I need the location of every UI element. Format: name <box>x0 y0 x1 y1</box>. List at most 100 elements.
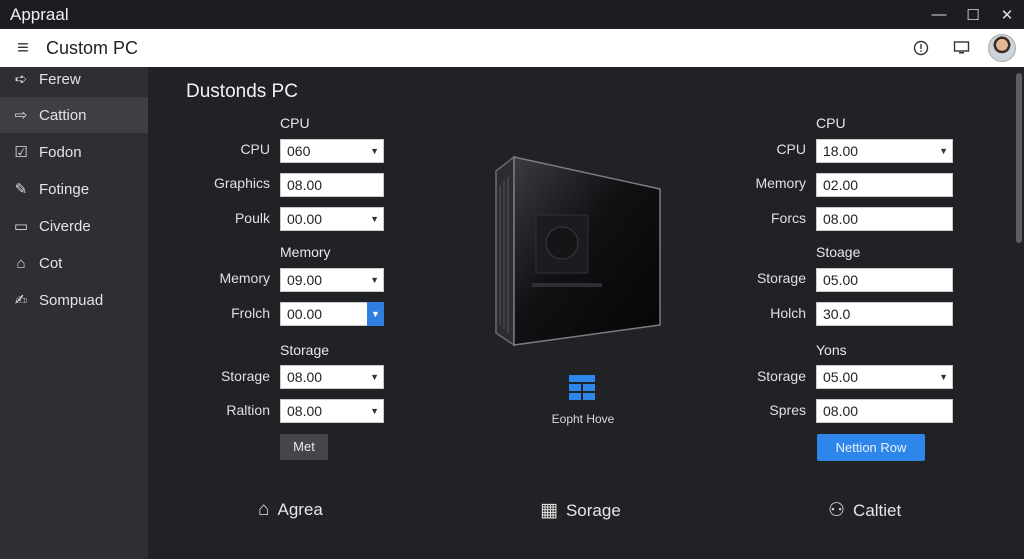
left-label-raltion: Raltion <box>226 402 270 418</box>
minimize-icon[interactable]: — <box>922 0 956 29</box>
right-label-memory: Memory <box>755 175 806 191</box>
left-cpu-select[interactable]: 060 ▼ <box>280 139 384 163</box>
field-value: 02.00 <box>823 177 859 193</box>
pc-case-image <box>495 155 661 347</box>
right-forcs-input[interactable]: 08.00 <box>816 207 953 231</box>
right-storage-input[interactable]: 05.00 <box>816 268 953 292</box>
right-label-forcs: Forcs <box>771 210 806 226</box>
sidebar-item-label: Fodon <box>39 143 82 161</box>
chevron-down-icon: ▼ <box>370 214 379 224</box>
field-value: 18.00 <box>823 143 859 159</box>
sidebar-item-fodon[interactable]: ☑ Fodon <box>0 134 148 170</box>
right-label-holch: Holch <box>770 305 806 321</box>
chevron-down-icon: ▼ <box>370 275 379 285</box>
right-section-cpu: CPU <box>816 115 846 131</box>
field-value: 05.00 <box>823 272 859 288</box>
field-value: 09.00 <box>287 272 323 288</box>
arrow-right-icon: ⇨ <box>14 107 28 124</box>
left-memory-select[interactable]: 09.00 ▼ <box>280 268 384 292</box>
field-value: 00.00 <box>287 211 323 227</box>
chevron-down-icon: ▼ <box>370 406 379 416</box>
chart-icon: ☑ <box>14 144 28 161</box>
sidebar-item-civerde[interactable]: ▭ Civerde <box>0 208 148 244</box>
field-value: 00.00 <box>287 306 323 322</box>
header-actions <box>908 29 1016 67</box>
right-holch-input[interactable]: 30.0 <box>816 302 953 326</box>
title-bar: Appraal — ☐ ✕ <box>0 0 1024 29</box>
bottom-item-label: Agrea <box>277 500 323 519</box>
avatar[interactable] <box>988 34 1016 62</box>
left-section-cpu: CPU <box>280 115 310 131</box>
sidebar-item-fotinge[interactable]: ✎ Fotinge <box>0 171 148 207</box>
right-section-stoage: Stoage <box>816 244 861 260</box>
met-button[interactable]: Met <box>280 434 328 460</box>
close-icon[interactable]: ✕ <box>990 0 1024 29</box>
sidebar-item-label: Cattion <box>39 106 87 124</box>
right-spres-input[interactable]: 08.00 <box>816 399 953 423</box>
left-storage-select[interactable]: 08.00 ▼ <box>280 365 384 389</box>
left-label-graphics: Graphics <box>213 175 270 191</box>
people-icon: ⚇ <box>828 500 846 521</box>
right-cpu-select[interactable]: 18.00 ▼ <box>816 139 953 163</box>
field-value: 060 <box>287 143 311 159</box>
sidebar-item-label: Cot <box>39 254 63 272</box>
grid-icon: ▦ <box>540 500 558 521</box>
screen-icon: ▭ <box>13 218 29 235</box>
shirt-icon: ⌂ <box>16 254 26 272</box>
left-label-cpu: CPU <box>240 141 270 157</box>
chevron-down-icon: ▼ <box>939 146 948 156</box>
hamburger-icon[interactable]: ≡ <box>0 37 46 60</box>
app-title: Appraal <box>10 4 69 24</box>
sidebar-item-ferew[interactable]: ➪ Ferew <box>0 67 148 91</box>
bottom-item-label: Sorage <box>565 500 621 520</box>
left-label-poulk: Poulk <box>234 210 270 226</box>
left-raltion-select[interactable]: 08.00 ▼ <box>280 399 384 423</box>
sidebar-item-cot[interactable]: ⌂ Cot <box>0 245 148 281</box>
left-label-memory: Memory <box>219 270 270 286</box>
configurator-title: Dustonds PC <box>186 81 298 102</box>
left-graphics-input[interactable]: 08.00 <box>280 173 384 197</box>
nettion-row-button[interactable]: Nettion Row <box>817 434 925 461</box>
sidebar-item-label: Civerde <box>39 217 91 235</box>
home-icon: ⌂ <box>258 499 270 520</box>
center-label: Eopht Hove <box>551 412 615 426</box>
right-storage-select[interactable]: 05.00 ▼ <box>816 365 953 389</box>
left-section-storage: Storage <box>280 342 330 358</box>
left-label-storage: Storage <box>220 368 270 384</box>
right-label-cpu: CPU <box>776 141 806 157</box>
grid-layout-icon[interactable] <box>568 374 596 402</box>
field-value: 08.00 <box>287 369 323 385</box>
left-label-frolch: Frolch <box>231 305 270 321</box>
maximize-icon[interactable]: ☐ <box>956 0 990 29</box>
sidebar-item-cattion[interactable]: ⇨ Cattion <box>0 97 148 133</box>
left-frolch-select[interactable]: 00.00 ▼ <box>280 302 384 326</box>
right-label-spres: Spres <box>769 402 806 418</box>
field-value: 08.00 <box>823 211 859 227</box>
field-value: 30.0 <box>823 306 851 322</box>
sidebar-item-label: Ferew <box>39 70 81 88</box>
page-title: Custom PC <box>46 37 139 58</box>
info-icon[interactable] <box>908 35 934 61</box>
field-value: 08.00 <box>287 177 323 193</box>
right-memory-input[interactable]: 02.00 <box>816 173 953 197</box>
scrollbar[interactable] <box>1016 73 1022 243</box>
arrow-icon: ➪ <box>14 71 28 88</box>
monitor-icon[interactable] <box>948 35 974 61</box>
left-section-memory: Memory <box>280 244 331 260</box>
sidebar-item-label: Sompuad <box>39 291 104 309</box>
field-value: 08.00 <box>823 403 859 419</box>
app-header: ≡ Custom PC <box>0 29 1024 67</box>
left-poulk-select[interactable]: 00.00 ▼ <box>280 207 384 231</box>
field-value: 08.00 <box>287 403 323 419</box>
bottom-item-sorage[interactable]: ▦ Sorage <box>540 499 621 522</box>
chevron-down-icon: ▼ <box>370 146 379 156</box>
sidebar-item-sompuad[interactable]: ✍ Sompuad <box>0 282 148 318</box>
bottom-item-caltiet[interactable]: ⚇ Caltiet <box>828 499 901 522</box>
right-label-storage: Storage <box>756 270 806 286</box>
window-controls: — ☐ ✕ <box>922 0 1024 29</box>
bottom-item-agrea[interactable]: ⌂ Agrea <box>258 499 323 521</box>
field-value: 05.00 <box>823 369 859 385</box>
sidebar-item-label: Fotinge <box>39 180 90 198</box>
chevron-down-icon: ▼ <box>370 372 379 382</box>
chevron-down-icon[interactable]: ▼ <box>367 302 384 326</box>
